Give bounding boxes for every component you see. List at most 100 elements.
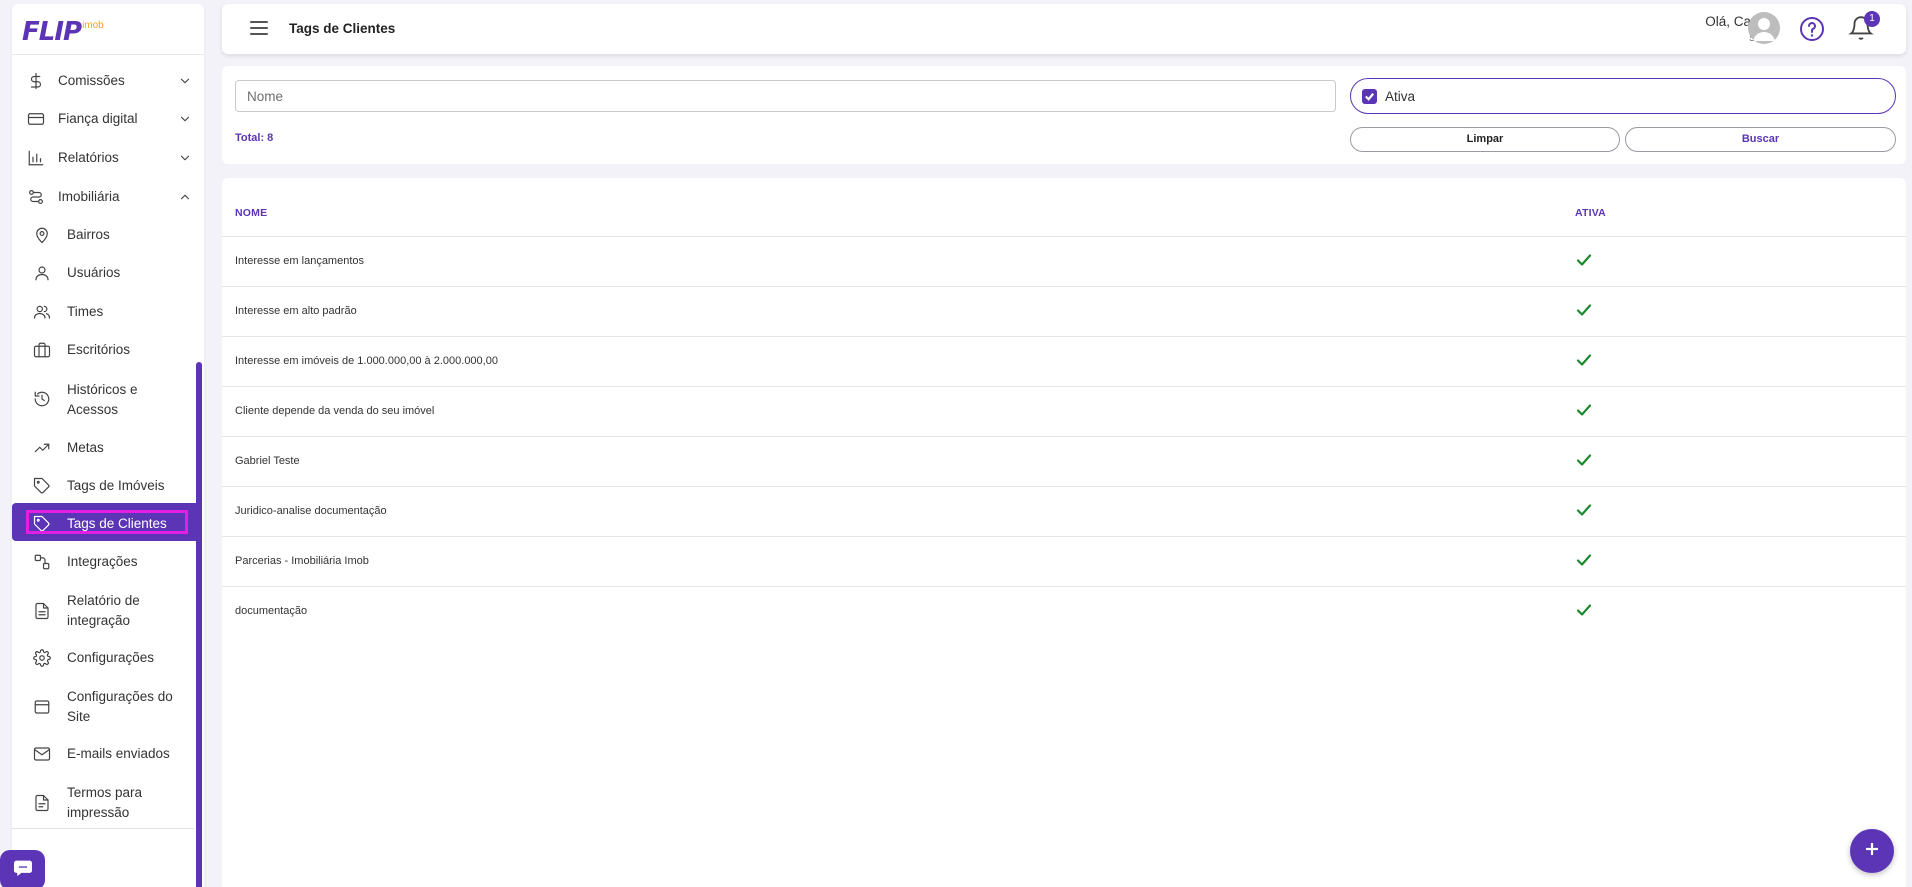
chat-icon — [13, 859, 33, 882]
chevron-down-icon[interactable] — [178, 112, 192, 129]
sidebar-item-label: Relatórios — [58, 150, 119, 165]
sidebar-item-fianca-digital[interactable]: Fiança digital — [26, 109, 204, 129]
sidebar-item-label: Escritórios — [67, 342, 131, 357]
file-text-icon — [32, 601, 52, 621]
user-icon — [32, 263, 52, 283]
mail-icon — [32, 744, 52, 764]
ativa-label: Ativa — [1385, 89, 1416, 104]
chat-button[interactable] — [0, 850, 45, 887]
sidebar-bottom-divider — [12, 828, 194, 829]
briefcase-icon — [32, 340, 52, 360]
check-icon — [1576, 502, 1592, 518]
sidebar-item-times[interactable]: Times — [32, 302, 202, 322]
sidebar-item-historicos-acessos[interactable]: Históricos e Acessos — [32, 380, 202, 420]
cell-nome: Interesse em lançamentos — [235, 255, 365, 267]
cell-nome: Gabriel Teste — [235, 455, 300, 467]
sidebar: FLIP imob Comissões Fiança digital Relat… — [12, 4, 204, 887]
check-icon — [1576, 602, 1592, 618]
table-row[interactable]: Juridico-analise documentação — [222, 487, 1906, 537]
check-icon — [1576, 552, 1592, 568]
ativa-checkbox-field[interactable]: Ativa — [1350, 78, 1896, 114]
sidebar-item-tags-imoveis[interactable]: Tags de Imóveis — [32, 476, 202, 496]
tag-icon — [32, 476, 52, 496]
help-icon[interactable] — [1798, 15, 1826, 43]
table-row[interactable]: Cliente depende da venda do seu imóvel — [222, 387, 1906, 437]
flip-logo[interactable]: FLIP imob — [22, 14, 104, 50]
sidebar-item-configuracoes[interactable]: Configurações — [32, 648, 202, 668]
sidebar-item-imobiliaria[interactable]: Imobiliária — [26, 187, 204, 207]
add-tag-button[interactable] — [1850, 829, 1894, 873]
sidebar-item-label: Históricos e Acessos — [67, 382, 138, 417]
sidebar-item-label: Comissões — [58, 73, 125, 88]
column-header-ativa[interactable]: ATIVA — [1575, 207, 1606, 219]
bar-chart-icon — [26, 148, 46, 168]
document-icon — [32, 793, 52, 813]
notification-badge: 1 — [1864, 11, 1880, 27]
column-header-nome[interactable]: NOME — [235, 207, 267, 219]
sidebar-item-emails-enviados[interactable]: E-mails enviados — [32, 744, 202, 764]
ativa-checkbox[interactable] — [1362, 89, 1377, 104]
sidebar-item-label: Termos para impressão — [67, 785, 143, 820]
check-icon — [1576, 302, 1592, 318]
check-icon — [1576, 452, 1592, 468]
sidebar-item-usuarios[interactable]: Usuários — [32, 263, 202, 283]
table-row[interactable]: Parcerias - Imobiliária Imob — [222, 537, 1906, 587]
top-header: Tags de Clientes Olá, Carol Sair 1 — [222, 4, 1906, 54]
search-button[interactable]: Buscar — [1625, 127, 1896, 152]
plus-icon — [1863, 840, 1881, 863]
sidebar-item-label: Usuários — [67, 265, 121, 280]
sidebar-item-escritorios[interactable]: Escritórios — [32, 340, 202, 360]
sidebar-item-label: Times — [67, 304, 104, 319]
sidebar-item-bairros[interactable]: Bairros — [32, 225, 202, 245]
chevron-down-icon[interactable] — [178, 151, 192, 168]
sidebar-item-termos-impressao[interactable]: Termos para impressão — [32, 783, 202, 823]
cell-nome: Juridico-analise documentação — [235, 505, 387, 517]
sidebar-item-label: Fiança digital — [58, 111, 138, 126]
clear-button[interactable]: Limpar — [1350, 127, 1620, 152]
check-icon — [1576, 252, 1592, 268]
chevron-up-icon[interactable] — [178, 190, 192, 207]
sidebar-item-label: Relatório de integração — [67, 593, 140, 628]
sidebar-item-metas[interactable]: Metas — [32, 438, 202, 458]
name-filter-input[interactable] — [235, 80, 1336, 112]
sidebar-item-comissoes[interactable]: Comissões — [26, 71, 204, 91]
users-icon — [32, 302, 52, 322]
avatar[interactable] — [1748, 12, 1780, 44]
check-icon — [1576, 402, 1592, 418]
cell-nome: documentação — [235, 605, 308, 617]
map-pin-icon — [32, 225, 52, 245]
gear-icon — [32, 648, 52, 668]
check-icon — [1576, 352, 1592, 368]
sidebar-item-relatorio-integracao[interactable]: Relatório de integração — [32, 591, 202, 631]
sidebar-scrollbar[interactable] — [196, 362, 202, 887]
route-icon — [26, 187, 46, 207]
sidebar-item-relatorios[interactable]: Relatórios — [26, 148, 204, 168]
dollar-icon — [26, 71, 46, 91]
sidebar-item-configuracoes-site[interactable]: Configurações do Site — [32, 687, 202, 727]
trending-up-icon — [32, 438, 52, 458]
tags-table: NOME ATIVA Interesse em lançamentos Inte… — [222, 178, 1906, 887]
sidebar-item-label: Imobiliária — [58, 189, 120, 204]
integration-icon — [32, 552, 52, 572]
highlight-outline — [26, 510, 188, 534]
cell-nome: Interesse em alto padrão — [235, 305, 357, 317]
sidebar-item-label: Metas — [67, 440, 104, 455]
logo-tag: imob — [82, 19, 104, 31]
table-row[interactable]: Gabriel Teste — [222, 437, 1906, 487]
cell-nome: Interesse em imóveis de 1.000.000,00 à 2… — [235, 355, 498, 367]
table-row[interactable]: Interesse em imóveis de 1.000.000,00 à 2… — [222, 337, 1906, 387]
chevron-down-icon[interactable] — [178, 74, 192, 91]
history-icon — [32, 389, 52, 409]
sidebar-item-label: Configurações — [67, 650, 155, 665]
sidebar-item-label: Configurações do Site — [67, 689, 173, 724]
table-row[interactable]: Interesse em lançamentos — [222, 237, 1906, 287]
sidebar-item-label: Tags de Imóveis — [67, 478, 165, 493]
sidebar-item-integracoes[interactable]: Integrações — [32, 552, 202, 572]
credit-card-icon — [26, 109, 46, 129]
logo-divider — [12, 54, 204, 55]
table-row[interactable]: Interesse em alto padrão — [222, 287, 1906, 337]
table-row[interactable]: documentação — [222, 587, 1906, 637]
hamburger-menu-icon[interactable] — [250, 21, 268, 37]
total-count: Total: 8 — [235, 132, 274, 144]
filter-panel: Ativa Total: 8 Limpar Buscar — [222, 66, 1906, 164]
